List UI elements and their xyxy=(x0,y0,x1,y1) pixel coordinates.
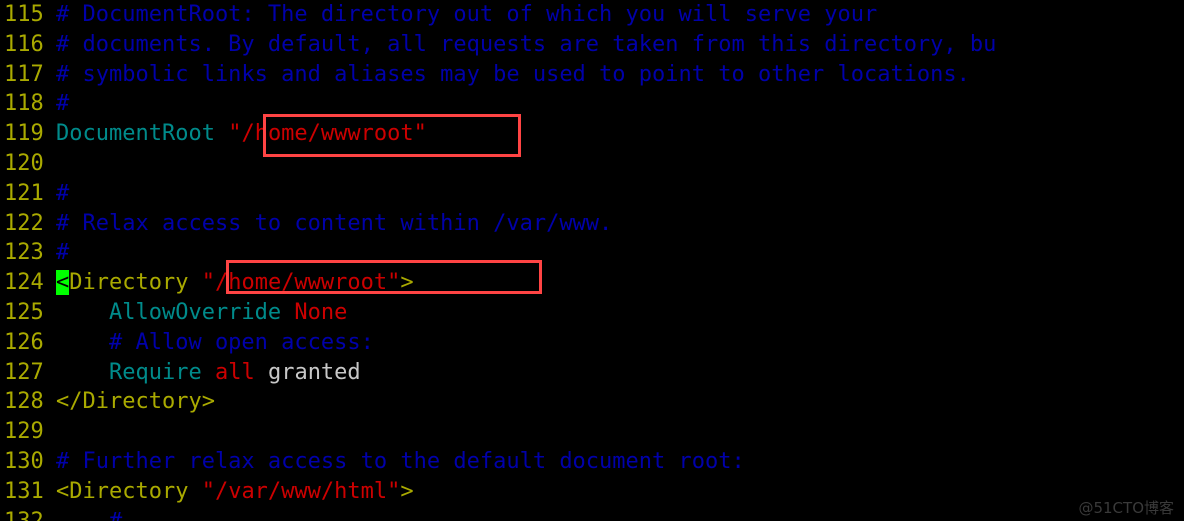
code-line[interactable]: 132 # xyxy=(0,507,1184,521)
code-line-content: # xyxy=(56,509,122,521)
code-line[interactable]: 117 # symbolic links and aliases may be u… xyxy=(0,60,1184,90)
line-number: 119 xyxy=(4,121,44,147)
code-line[interactable]: 123 # xyxy=(0,238,1184,268)
line-number: 116 xyxy=(4,31,44,57)
token-comment: # Relax access to content within /var/ww… xyxy=(56,210,613,236)
token-tag: > xyxy=(400,478,414,504)
token-comment: # Allow open access: xyxy=(56,329,374,355)
code-line-content: <Directory "/var/www/html"> xyxy=(56,479,414,504)
token-comment: # symbolic links and aliases may be used… xyxy=(56,61,970,87)
token-directive: DocumentRoot xyxy=(56,121,215,147)
code-line-content: Require all granted xyxy=(56,360,361,385)
code-line-content: # xyxy=(56,181,69,206)
line-number: 121 xyxy=(4,180,44,206)
code-line-content: </Directory> xyxy=(56,389,215,414)
token-comment: # DocumentRoot: The directory out of whi… xyxy=(56,2,878,27)
line-number: 124 xyxy=(4,270,44,296)
code-line-content: DocumentRoot "/home/wwwroot" xyxy=(56,121,427,146)
line-number: 115 xyxy=(4,2,44,27)
token-directive: Require xyxy=(108,359,202,385)
token-tag: </Directory> xyxy=(56,389,215,415)
token-tag: > xyxy=(400,270,414,296)
token-comment: # Further relax access to the default do… xyxy=(56,448,745,474)
token-string: "/home/wwwroot" xyxy=(201,270,401,296)
code-line[interactable]: 120 xyxy=(0,149,1184,179)
line-number: 127 xyxy=(4,359,44,385)
code-line[interactable]: 118 # xyxy=(0,89,1184,119)
code-line[interactable]: 126 # Allow open access: xyxy=(0,328,1184,358)
watermark-label: @51CTO博客 xyxy=(1078,499,1174,517)
code-line-content: # documents. By default, all requests ar… xyxy=(56,32,996,57)
line-number: 122 xyxy=(4,210,44,236)
code-line[interactable]: 131 <Directory "/var/www/html"> xyxy=(0,477,1184,507)
token-string: "/home/wwwroot" xyxy=(228,121,427,147)
code-line[interactable]: 116 # documents. By default, all requests… xyxy=(0,30,1184,60)
code-line[interactable]: 127 Require all granted xyxy=(0,358,1184,388)
code-line[interactable]: 119 DocumentRoot "/home/wwwroot" xyxy=(0,119,1184,149)
token-plain: granted xyxy=(267,359,361,385)
code-line-content: <Directory "/home/wwwroot"> xyxy=(56,270,414,296)
line-number: 125 xyxy=(4,299,44,325)
code-line-content: # xyxy=(56,240,69,265)
code-line-content: # symbolic links and aliases may be used… xyxy=(56,62,970,87)
line-number: 131 xyxy=(4,478,44,504)
token-comment: # xyxy=(56,180,70,206)
line-number: 126 xyxy=(4,329,44,355)
token-directive: AllowOverride xyxy=(108,299,282,325)
code-line[interactable]: 128 </Directory> xyxy=(0,387,1184,417)
code-line[interactable]: 125 AllowOverride None xyxy=(0,298,1184,328)
line-number: 132 xyxy=(0,507,56,521)
line-number: 117 xyxy=(4,61,44,87)
token-keyword: all xyxy=(214,359,255,385)
code-line-content: # xyxy=(56,91,69,116)
token-comment: # xyxy=(56,91,70,117)
line-number: 129 xyxy=(4,419,44,445)
code-line[interactable]: 115 # DocumentRoot: The directory out of … xyxy=(0,0,1184,30)
code-line[interactable]: 122 # Relax access to content within /var… xyxy=(0,209,1184,239)
token-comment: # xyxy=(56,240,70,266)
line-number: 123 xyxy=(4,240,44,266)
line-number: 128 xyxy=(4,389,44,415)
line-number: 130 xyxy=(4,448,44,474)
code-line[interactable]: 129 xyxy=(0,417,1184,447)
code-line-content: AllowOverride None xyxy=(56,300,347,325)
code-line-content: # Relax access to content within /var/ww… xyxy=(56,211,612,236)
code-line-content: # Allow open access: xyxy=(56,330,374,355)
token-tag: Directory xyxy=(69,270,189,296)
token-comment: # documents. By default, all requests ar… xyxy=(56,31,997,57)
code-line-content: # Further relax access to the default do… xyxy=(56,449,745,474)
terminal-editor-window[interactable]: 115 # DocumentRoot: The directory out of … xyxy=(0,0,1184,521)
token-comment: # xyxy=(109,509,122,521)
token-keyword: None xyxy=(294,299,348,325)
code-line[interactable]: 130 # Further relax access to the default… xyxy=(0,447,1184,477)
code-line-content: # DocumentRoot: The directory out of whi… xyxy=(56,2,877,27)
line-number: 120 xyxy=(4,150,44,176)
cursor-block: < xyxy=(56,270,70,296)
line-number: 118 xyxy=(4,91,44,117)
token-string: "/var/www/html" xyxy=(201,478,401,504)
code-line[interactable]: 121 # xyxy=(0,179,1184,209)
code-lines-container: 115 # DocumentRoot: The directory out of … xyxy=(0,0,1184,521)
code-line[interactable]: 124 <Directory "/home/wwwroot"> xyxy=(0,268,1184,298)
token-tag: <Directory xyxy=(56,478,189,504)
